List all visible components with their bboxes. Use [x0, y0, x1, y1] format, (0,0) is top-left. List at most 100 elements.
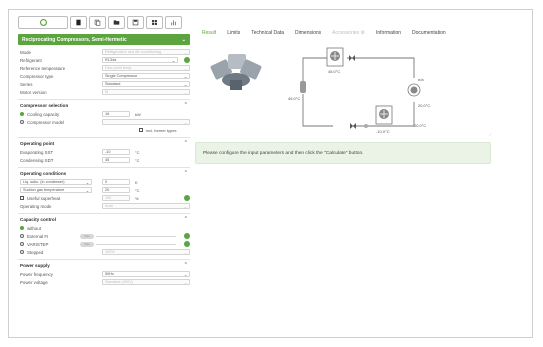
- without-row: without: [18, 224, 190, 232]
- motor-version-label: Motor version: [20, 89, 47, 95]
- new-file-button[interactable]: [70, 16, 87, 29]
- stepped-label: Stepped: [27, 249, 44, 255]
- useful-superheat-unit: %: [135, 195, 139, 201]
- varistep-slider[interactable]: [96, 243, 176, 245]
- series-select[interactable]: Standard ⌄: [102, 81, 190, 87]
- liquid-subcooling-unit: K: [135, 179, 138, 185]
- power-supply-header[interactable]: Power supply ⌃: [18, 260, 190, 270]
- tab-accessories-label: Accessories: [332, 30, 360, 36]
- product-label: Reciprocating Compressors, Semi-Hermetic: [22, 36, 127, 43]
- series-value: Standard: [105, 82, 121, 86]
- tab-limits[interactable]: Limits: [227, 30, 240, 36]
- refrigerant-value: R134a: [105, 58, 117, 62]
- suction-gas-label: Suction gas temperature: [23, 188, 65, 192]
- cooling-capacity-option[interactable]: Cooling capacity: [18, 111, 102, 117]
- info-badge-icon[interactable]: [184, 57, 190, 63]
- evaporating-unit: °C: [135, 149, 140, 155]
- operating-conditions-header[interactable]: Operating conditions ⌃: [18, 168, 190, 178]
- capacity-control-header[interactable]: Capacity control ⌃: [18, 214, 190, 224]
- suction-gas-value: 20: [105, 188, 110, 192]
- evaporating-label: Evaporating SST: [20, 149, 54, 155]
- compressor-model-option[interactable]: Compressor model: [18, 119, 102, 125]
- chevron-down-icon: ⌄: [183, 250, 187, 255]
- power-voltage-value: Standard (400V): [105, 280, 133, 284]
- stepped-value: 100%: [105, 250, 115, 254]
- mode-select[interactable]: Refrigeration and Air conditioning ⌄: [102, 49, 190, 55]
- save-button[interactable]: [127, 16, 144, 29]
- evaporating-row: Evaporating SST -10 °C: [18, 148, 190, 156]
- varistep-label: VARISTEP: [27, 241, 49, 247]
- power-voltage-label: Power voltage: [20, 279, 48, 285]
- former-types-checkbox[interactable]: incl. former types: [139, 128, 176, 133]
- compressor-model-select[interactable]: ⌄: [102, 119, 190, 125]
- power-voltage-select[interactable]: Standard (400V) ⌄: [102, 279, 190, 285]
- cooling-capacity-input[interactable]: 16: [102, 111, 130, 117]
- chevron-down-icon: ⌄: [183, 280, 187, 285]
- tab-technical-data[interactable]: Technical Data: [251, 30, 284, 36]
- suction-gas-row: Suction gas temperature ⌄ 20 °C: [18, 186, 190, 194]
- tab-information[interactable]: Information: [376, 30, 401, 36]
- liquid-subcooling-input[interactable]: 0: [102, 179, 130, 185]
- condensing-input[interactable]: 45: [102, 157, 130, 163]
- product-selector[interactable]: Reciprocating Compressors, Semi-Hermetic…: [18, 34, 190, 45]
- resize-handle-icon[interactable]: ⟋: [489, 132, 492, 137]
- chart-button[interactable]: [165, 16, 182, 29]
- app-window: Reciprocating Compressors, Semi-Hermetic…: [8, 9, 533, 338]
- external-fi-label: External FI: [27, 233, 49, 239]
- liquid-subcooling-select[interactable]: Liq. subc. (in condenser) ⌄: [20, 179, 92, 185]
- compressor-type-select[interactable]: Single Compressor ⌄: [102, 73, 190, 79]
- varistep-toggle[interactable]: Auto: [80, 241, 94, 247]
- open-button[interactable]: [108, 16, 125, 29]
- compressor-model-row: Compressor model ⌄: [18, 118, 190, 126]
- section-title: Power supply: [20, 262, 50, 268]
- reference-temperature-row: Reference temperature Dew point temp. ⌄: [18, 64, 190, 72]
- tab-accessories[interactable]: Accessories ⚙: [332, 30, 365, 36]
- operating-conditions-section: Operating conditions ⌃ Liq. subc. (in con…: [18, 167, 190, 210]
- chevron-down-icon: ⌄: [183, 120, 187, 125]
- chevron-down-icon: ⌄: [85, 188, 89, 193]
- layout-button[interactable]: [146, 16, 163, 29]
- info-badge-icon[interactable]: [184, 195, 190, 201]
- stepped-select[interactable]: 100% ⌄: [102, 249, 190, 255]
- external-fi-slider[interactable]: [96, 235, 176, 237]
- section-title: Operating point: [20, 140, 55, 146]
- tab-dimensions[interactable]: Dimensions: [295, 30, 321, 36]
- calculate-button[interactable]: [18, 16, 68, 29]
- suction-gas-input[interactable]: 20: [102, 187, 130, 193]
- motor-version-select[interactable]: M ⌄: [102, 89, 190, 95]
- useful-superheat-checkbox[interactable]: Useful superheat: [18, 195, 102, 201]
- info-badge-icon[interactable]: [184, 233, 190, 239]
- operating-point-header[interactable]: Operating point ⌃: [18, 138, 190, 148]
- chevron-down-icon: ⌄: [171, 58, 175, 63]
- mode-value: Refrigeration and Air conditioning: [105, 50, 161, 54]
- right-top-temp-label: 20.0°C: [418, 103, 430, 108]
- copy-icon: [94, 19, 101, 26]
- refrigerant-label: Refrigerant: [20, 57, 42, 63]
- condensing-unit: °C: [135, 157, 140, 163]
- compressor-selection-header[interactable]: Compressor selection ⌃: [18, 100, 190, 110]
- operating-mode-select[interactable]: Auto ⌄: [102, 203, 190, 209]
- stepped-option[interactable]: Stepped: [18, 249, 102, 255]
- chevron-down-icon: ⌄: [183, 272, 187, 277]
- chevron-down-icon: ⌄: [183, 90, 187, 95]
- tab-result[interactable]: Result: [202, 30, 216, 36]
- radio-icon: [20, 233, 24, 238]
- tab-documentation[interactable]: Documentation: [412, 30, 446, 36]
- without-option[interactable]: without: [18, 225, 102, 231]
- evaporating-input[interactable]: -10: [102, 149, 130, 155]
- reference-temperature-value: Dew point temp.: [105, 66, 133, 70]
- suction-gas-select[interactable]: Suction gas temperature ⌄: [20, 187, 92, 193]
- motor-version-value: M: [105, 90, 109, 94]
- motor-version-row: Motor version M ⌄: [18, 88, 190, 96]
- right-bottom-temp-label: 20.0°C: [414, 123, 426, 128]
- operating-mode-value: Auto: [105, 204, 113, 208]
- copy-button[interactable]: [89, 16, 106, 29]
- operating-mode-label: Operating mode: [20, 203, 52, 209]
- power-frequency-select[interactable]: 50Hz ⌄: [102, 271, 190, 277]
- reference-temperature-select[interactable]: Dew point temp. ⌄: [102, 65, 190, 71]
- refrigerant-select[interactable]: R134a ⌄: [102, 57, 178, 63]
- useful-superheat-input[interactable]: 100: [102, 195, 130, 201]
- external-fi-toggle[interactable]: Auto: [80, 233, 94, 239]
- folder-icon: [113, 20, 120, 25]
- info-badge-icon[interactable]: [184, 241, 190, 247]
